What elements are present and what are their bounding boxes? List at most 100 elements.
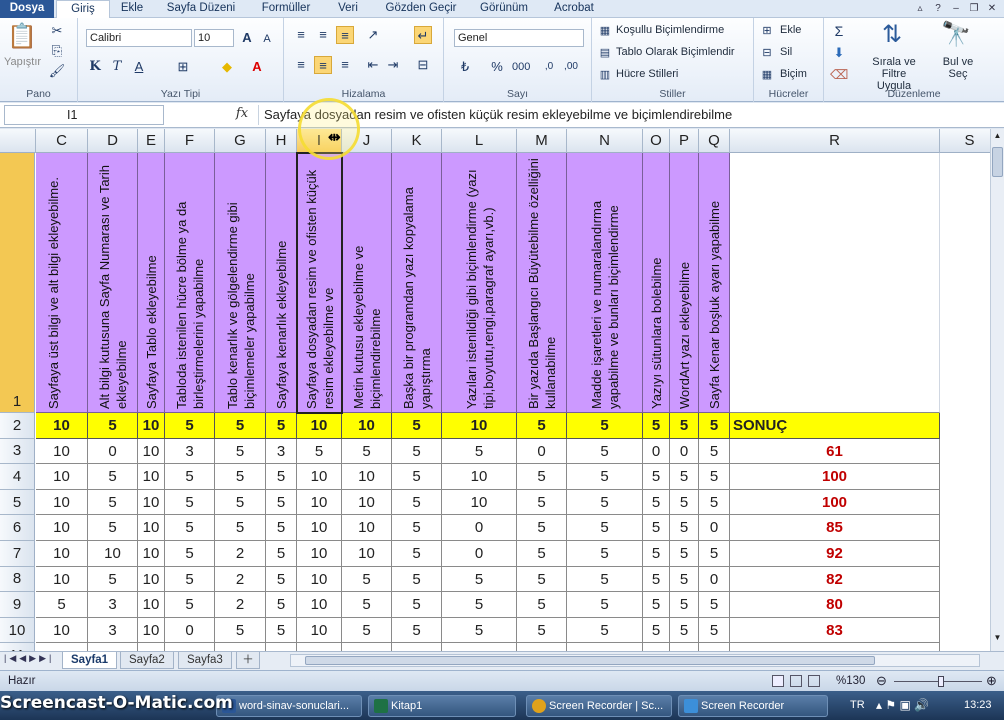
score-cell[interactable]: 5: [699, 438, 730, 465]
score-cell[interactable]: 0: [670, 438, 699, 465]
currency-icon[interactable]: ₺: [456, 58, 474, 76]
zoom-slider-thumb[interactable]: [938, 676, 944, 687]
score-cell[interactable]: 10: [297, 464, 342, 490]
score-cell[interactable]: 5: [699, 489, 730, 516]
cell-partial[interactable]: [567, 643, 643, 651]
cell-partial[interactable]: [215, 643, 266, 651]
max-points-cell[interactable]: 5: [643, 413, 670, 439]
tab-review[interactable]: Gözden Geçir: [376, 0, 466, 18]
score-cell[interactable]: 10: [138, 489, 165, 516]
score-cell[interactable]: 3: [165, 438, 215, 465]
score-cell[interactable]: 5: [670, 617, 699, 644]
result-cell[interactable]: 100: [730, 489, 940, 516]
score-cell[interactable]: 5: [670, 464, 699, 490]
page-break-view-icon[interactable]: [808, 675, 820, 687]
score-cell[interactable]: 5: [643, 592, 670, 618]
cell-partial[interactable]: [392, 643, 442, 651]
score-cell[interactable]: 10: [36, 617, 88, 644]
score-cell[interactable]: 2: [215, 592, 266, 618]
tab-insert[interactable]: Ekle: [112, 0, 152, 18]
result-cell[interactable]: 82: [730, 566, 940, 593]
fill-color-icon[interactable]: ◆: [218, 58, 236, 76]
score-cell[interactable]: 5: [567, 541, 643, 567]
score-cell[interactable]: 5: [297, 438, 342, 465]
max-points-cell[interactable]: 5: [215, 413, 266, 439]
score-cell[interactable]: 5: [442, 617, 517, 644]
max-points-cell[interactable]: 5: [670, 413, 699, 439]
find-select-icon[interactable]: 🔭: [940, 20, 972, 50]
score-cell[interactable]: 10: [138, 617, 165, 644]
score-cell[interactable]: 10: [36, 541, 88, 567]
score-cell[interactable]: 5: [567, 464, 643, 490]
language-indicator[interactable]: TR: [850, 699, 865, 711]
score-cell[interactable]: 10: [138, 438, 165, 465]
row-header-10[interactable]: 10: [0, 617, 35, 644]
score-cell[interactable]: 10: [88, 541, 138, 567]
tab-view[interactable]: Görünüm: [472, 0, 536, 18]
cell-partial[interactable]: [442, 643, 517, 651]
score-cell[interactable]: 10: [297, 541, 342, 567]
criterion-header-cell[interactable]: Alt bilgi kutusuna Sayfa Numarası ve Tar…: [88, 153, 138, 413]
increase-decimal-icon[interactable]: ,0: [540, 58, 558, 76]
clear-icon[interactable]: ⌫: [830, 66, 848, 84]
tab-home[interactable]: Giriş: [56, 0, 110, 19]
scroll-up-icon[interactable]: ▲: [992, 131, 1003, 145]
score-cell[interactable]: 5: [699, 592, 730, 618]
max-points-cell[interactable]: 10: [138, 413, 165, 439]
score-cell[interactable]: 0: [699, 566, 730, 593]
column-header-n[interactable]: N: [567, 129, 643, 153]
autosum-button[interactable]: Σ: [830, 22, 848, 40]
column-header-k[interactable]: K: [392, 129, 442, 153]
score-cell[interactable]: 10: [297, 489, 342, 516]
select-all-corner[interactable]: [0, 129, 36, 153]
tab-formulas[interactable]: Formüller: [252, 0, 320, 18]
cell-partial[interactable]: [88, 643, 138, 651]
score-cell[interactable]: 10: [138, 592, 165, 618]
criterion-header-cell[interactable]: Yazıyı sütunlara bolebilme: [643, 153, 670, 413]
sort-filter-icon[interactable]: ⇅: [876, 20, 908, 50]
score-cell[interactable]: 10: [36, 515, 88, 541]
score-cell[interactable]: 5: [392, 489, 442, 516]
tab-page-layout[interactable]: Sayfa Düzeni: [156, 0, 246, 18]
font-name-select[interactable]: Calibri: [86, 29, 192, 47]
zoom-in-icon[interactable]: ⊕: [986, 671, 997, 691]
score-cell[interactable]: 10: [342, 464, 392, 490]
score-cell[interactable]: 10: [297, 592, 342, 618]
score-cell[interactable]: 0: [643, 438, 670, 465]
score-cell[interactable]: 5: [215, 464, 266, 490]
score-cell[interactable]: 2: [215, 541, 266, 567]
align-bottom-icon[interactable]: ≡: [336, 26, 354, 44]
restore-icon[interactable]: ❐: [966, 2, 982, 16]
max-points-cell[interactable]: 5: [567, 413, 643, 439]
sheet-tab-2[interactable]: Sayfa2: [120, 652, 174, 669]
italic-button[interactable]: T: [108, 58, 126, 76]
score-cell[interactable]: 10: [297, 617, 342, 644]
score-cell[interactable]: 5: [342, 592, 392, 618]
score-cell[interactable]: 5: [266, 515, 297, 541]
score-cell[interactable]: 5: [342, 566, 392, 593]
cell-partial[interactable]: [517, 643, 567, 651]
cell-partial[interactable]: [342, 643, 392, 651]
result-cell[interactable]: 100: [730, 464, 940, 490]
sheet-tab-1[interactable]: Sayfa1: [62, 652, 118, 669]
row-header-1[interactable]: 1: [0, 153, 35, 413]
score-cell[interactable]: 10: [297, 515, 342, 541]
column-header-l[interactable]: L: [442, 129, 517, 153]
result-label-cell[interactable]: SONUÇ: [730, 413, 940, 439]
fill-icon[interactable]: ⬇: [830, 44, 848, 62]
font-color-icon[interactable]: A: [248, 58, 266, 76]
score-cell[interactable]: 10: [138, 515, 165, 541]
max-points-cell[interactable]: 10: [36, 413, 88, 439]
sort-filter-button[interactable]: Sırala ve Filtre Uygula: [864, 56, 924, 92]
page-layout-view-icon[interactable]: [790, 675, 802, 687]
score-cell[interactable]: 5: [670, 515, 699, 541]
score-cell[interactable]: 10: [36, 464, 88, 490]
column-header-q[interactable]: Q: [699, 129, 730, 153]
criterion-header-cell[interactable]: Sayfa Kenar boşluk ayarı yapabilme: [699, 153, 730, 413]
cell-partial[interactable]: [297, 643, 342, 651]
column-header-d[interactable]: D: [88, 129, 138, 153]
score-cell[interactable]: 5: [567, 592, 643, 618]
score-cell[interactable]: 5: [643, 489, 670, 516]
score-cell[interactable]: 5: [266, 617, 297, 644]
max-points-cell[interactable]: 5: [517, 413, 567, 439]
